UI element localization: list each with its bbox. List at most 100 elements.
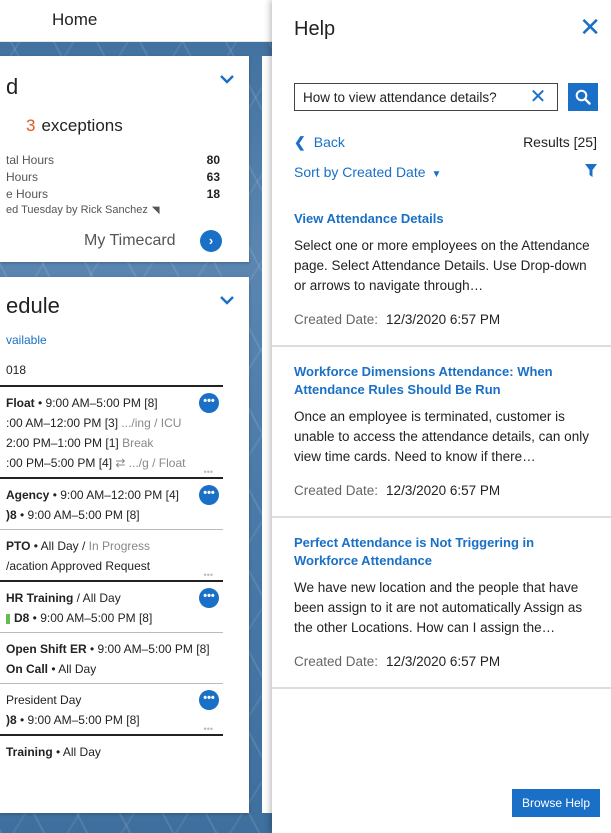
clear-icon[interactable]: ✕ [525, 84, 551, 110]
chevron-down-icon[interactable] [219, 291, 235, 312]
shift-line: Training • All Day [6, 742, 217, 762]
result-title-link[interactable]: View Attendance Details [294, 210, 595, 228]
sort-dropdown[interactable]: Sort by Created Date ▼ [294, 164, 441, 180]
shift-item[interactable]: HR Training / All Day D8 • 9:00 AM–5:00 P… [0, 580, 223, 632]
shift-text: • 9:00 AM–5:00 PM [8] [16, 713, 140, 727]
shift-item[interactable]: Float • 9:00 AM–5:00 PM [8] :00 AM–12:00 … [0, 385, 223, 477]
shift-line: Float • 9:00 AM–5:00 PM [8] [6, 393, 217, 413]
shift-text: / All Day [73, 591, 121, 605]
result-snippet: Select one or more employees on the Atte… [294, 238, 590, 293]
schedule-card: edule vailable 018 Float • 9:00 AM–5:00 … [0, 277, 249, 813]
result-item: View Attendance Details Select one or mor… [272, 194, 611, 347]
result-created-date: Created Date: 12/3/2020 6:57 PM [294, 654, 595, 669]
back-link[interactable]: ❮ Back [294, 134, 345, 151]
chevron-down-icon[interactable] [219, 70, 235, 91]
hours-label: e Hours [6, 187, 49, 201]
result-item: Workforce Dimensions Attendance: When At… [272, 347, 611, 518]
shift-line: PTO • All Day / In Progress [6, 536, 217, 556]
sort-label: Sort by Created Date [294, 164, 426, 180]
shift-text: • 9:00 AM–12:00 PM [4] [49, 488, 179, 502]
shift-item[interactable]: Open Shift ER • 9:00 AM–5:00 PM [8] On Ca… [0, 632, 223, 683]
shift-text: • 9:00 AM–5:00 PM [8] [34, 396, 158, 410]
result-snippet: We have new location and the people that… [294, 580, 583, 635]
created-date-label: Created Date: [294, 654, 379, 669]
chevron-right-icon[interactable]: › [200, 230, 222, 252]
shift-line: )8 • 9:00 AM–5:00 PM [8] [6, 505, 217, 525]
close-icon[interactable]: ✕ [579, 14, 601, 40]
shift-text: )8 [6, 508, 17, 522]
search-box: ✕ [294, 83, 558, 111]
shift-text: Float [6, 396, 35, 410]
created-date-value: 12/3/2020 6:57 PM [386, 483, 501, 498]
ellipsis-icon: ••• [203, 467, 213, 477]
timecard-card: d 3 exceptions tal Hours 80 Hours 63 e Hour… [0, 56, 249, 262]
more-options-icon[interactable]: ••• [199, 588, 219, 608]
hours-row: tal Hours 80 [6, 152, 220, 169]
schedule-date: 018 [6, 363, 27, 377]
shift-line: 2:00 PM–1:00 PM [1] Break [6, 433, 217, 453]
shift-line: HR Training / All Day [6, 588, 217, 608]
shift-text: Open Shift ER [6, 642, 87, 656]
status-marker [6, 613, 10, 624]
back-label: Back [313, 134, 345, 150]
hours-row: e Hours 18 [6, 186, 220, 203]
result-created-date: Created Date: 12/3/2020 6:57 PM [294, 483, 595, 498]
result-title-link[interactable]: Perfect Attendance is Not Triggering in … [294, 534, 595, 570]
shift-line: Agency • 9:00 AM–12:00 PM [4] [6, 485, 217, 505]
signed-off-note: ed Tuesday by Rick Sanchez ◥ [6, 204, 160, 216]
shift-text: • 9:00 AM–5:00 PM [8] [29, 611, 153, 625]
ellipsis-icon: ••• [203, 724, 213, 734]
created-date-value: 12/3/2020 6:57 PM [386, 312, 501, 327]
home-header: Home [0, 0, 272, 42]
card-strip [262, 56, 272, 813]
shift-line: President Day [6, 690, 217, 710]
result-snippet: Once an employee is terminated, customer… [294, 409, 589, 464]
filter-icon[interactable] [585, 164, 597, 183]
home-title: Home [52, 10, 98, 29]
shift-item[interactable]: President Day)8 • 9:00 AM–5:00 PM [8] •••… [0, 683, 223, 734]
hours-row: Hours 63 [6, 169, 220, 186]
more-options-icon[interactable]: ••• [199, 393, 219, 413]
availability-link[interactable]: vailable [6, 333, 47, 347]
shift-line: :00 PM–5:00 PM [4] ⇄ .../g / Float [6, 453, 217, 473]
shift-text: • All Day [48, 662, 97, 676]
caret-down-icon: ▼ [431, 169, 442, 180]
more-options-icon[interactable]: ••• [199, 690, 219, 710]
hours-label: Hours [6, 170, 39, 184]
shift-text: ⇄ .../g / Float [115, 456, 186, 470]
exceptions-count: 3 [26, 116, 36, 135]
shift-text: :00 PM–5:00 PM [4] [6, 456, 116, 470]
shift-text: Training [6, 745, 53, 759]
browse-help-button[interactable]: Browse Help [512, 789, 600, 817]
more-options-icon[interactable]: ••• [199, 485, 219, 505]
my-timecard-link[interactable]: My Timecard [84, 232, 176, 250]
shift-text: PTO [6, 539, 31, 553]
help-panel: Help ✕ ✕ ❮ Back Results [25] Sort by Crea… [272, 0, 611, 833]
result-title-link[interactable]: Workforce Dimensions Attendance: When At… [294, 363, 595, 399]
shift-text: • All Day / [30, 539, 89, 553]
shift-line: /acation Approved Request [6, 556, 217, 576]
shift-text: President Day [6, 693, 82, 707]
shift-text: • All Day [52, 745, 101, 759]
hours-value: 63 [206, 170, 220, 184]
signed-off-text: ed Tuesday by Rick Sanchez [6, 204, 148, 216]
ellipsis-icon: ••• [203, 570, 213, 580]
created-date-value: 12/3/2020 6:57 PM [386, 654, 501, 669]
shift-text: Break [122, 436, 154, 450]
created-date-label: Created Date: [294, 312, 379, 327]
shift-item[interactable]: PTO • All Day / In Progress/acation Appr… [0, 529, 223, 580]
result-created-date: Created Date: 12/3/2020 6:57 PM [294, 312, 595, 327]
shift-item[interactable]: Agency • 9:00 AM–12:00 PM [4])8 • 9:00 A… [0, 477, 223, 529]
search-button[interactable] [568, 83, 598, 111]
results-list: View Attendance Details Select one or mor… [272, 194, 611, 689]
exceptions-summary[interactable]: 3 exceptions [26, 116, 123, 136]
help-title: Help [294, 18, 336, 40]
exceptions-label: exceptions [41, 116, 123, 135]
shift-text: :00 AM–12:00 PM [3] [6, 416, 122, 430]
shift-text: 2:00 PM–1:00 PM [1] [6, 436, 123, 450]
shift-text: D8 [14, 611, 30, 625]
hours-value: 80 [206, 153, 220, 167]
search-input[interactable] [295, 89, 525, 105]
shift-item[interactable]: Training • All Day [0, 734, 223, 766]
corner-triangle-icon: ◥ [151, 205, 160, 216]
